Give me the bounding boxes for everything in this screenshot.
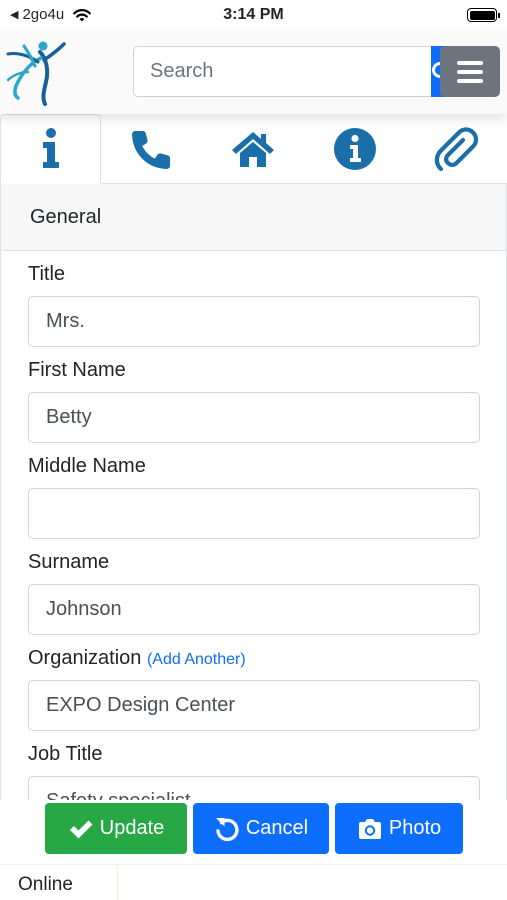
footer-bar: Online: [0, 864, 507, 900]
middle-name-group: Middle Name: [28, 443, 480, 539]
title-field[interactable]: [28, 296, 480, 347]
update-label: Update: [99, 817, 165, 839]
battery-icon: [467, 8, 500, 22]
first-name-label: First Name: [28, 359, 126, 381]
info-circle-icon: [333, 127, 376, 170]
job-title-label: Job Title: [28, 743, 103, 765]
menu-bar: [457, 78, 483, 83]
connection-status: Online: [0, 865, 118, 900]
app-logo[interactable]: [2, 36, 68, 106]
first-name-field[interactable]: [28, 392, 480, 443]
tab-general[interactable]: [0, 114, 101, 184]
organization-label-row: Organization (Add Another): [28, 635, 479, 680]
job-title-group: Job Title: [28, 731, 480, 800]
first-name-group: First Name: [28, 347, 480, 443]
paperclip-icon: [435, 126, 479, 171]
surname-label: Surname: [28, 551, 110, 573]
home-icon: [232, 131, 275, 167]
section-tabs: [0, 114, 507, 184]
search-group: [133, 46, 453, 97]
menu-bar: [457, 60, 483, 65]
title-group: Title: [28, 251, 480, 347]
menu-bar: [457, 69, 483, 74]
tab-attachments[interactable]: [406, 114, 507, 183]
surname-group: Surname: [28, 539, 480, 635]
update-button[interactable]: Update: [45, 803, 187, 854]
app-header: [0, 30, 507, 114]
organization-group: Organization (Add Another): [28, 635, 480, 731]
add-another-link[interactable]: (Add Another): [147, 651, 246, 668]
general-card: General Title First Name Middle Name Sur…: [0, 184, 507, 800]
job-title-field[interactable]: [28, 776, 480, 800]
clock: 3:14 PM: [223, 6, 284, 23]
status-bar: ◀ 2go4u 3:14 PM: [0, 0, 507, 30]
middle-name-label: Middle Name: [28, 455, 146, 477]
title-label: Title: [28, 263, 66, 285]
info-i-icon: [42, 128, 59, 168]
middle-name-field[interactable]: [28, 488, 480, 539]
tab-info[interactable]: [304, 114, 406, 183]
photo-label: Photo: [388, 817, 442, 839]
organization-field[interactable]: [28, 680, 480, 731]
cancel-label: Cancel: [245, 817, 309, 839]
card-header: General: [1, 184, 506, 251]
hamburger-menu-button[interactable]: [440, 46, 500, 97]
undo-icon: [215, 817, 239, 841]
surname-field[interactable]: [28, 584, 480, 635]
tab-address[interactable]: [203, 114, 305, 183]
check-icon: [69, 820, 93, 838]
phone-icon: [131, 130, 170, 169]
tab-phone[interactable]: [101, 114, 203, 183]
camera-icon: [358, 818, 381, 839]
cancel-button[interactable]: Cancel: [193, 803, 329, 854]
photo-button[interactable]: Photo: [335, 803, 463, 854]
search-input[interactable]: [133, 46, 431, 97]
contact-form: Title First Name Middle Name Surname Org…: [1, 251, 506, 800]
organization-label: Organization: [28, 647, 142, 669]
action-bar: Update Cancel Photo: [0, 800, 507, 864]
